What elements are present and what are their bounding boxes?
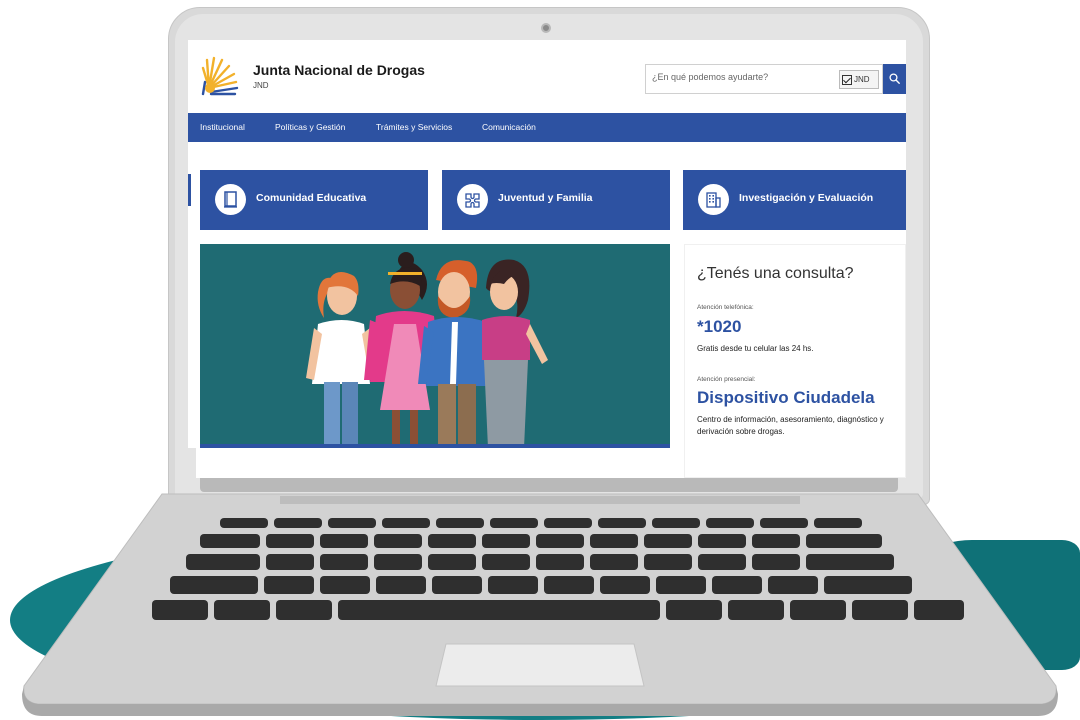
hero-bottom-bar — [200, 444, 670, 448]
jnd-filter-toggle[interactable]: JND — [839, 70, 879, 89]
contact-panel: ¿Tenés una consulta? Atención telefónica… — [684, 244, 906, 478]
quick-link-comunidad-educativa[interactable]: Comunidad Educativa — [200, 170, 428, 230]
main-nav: Institucional Políticas y Gestión Trámit… — [188, 113, 906, 142]
nav-item-comunicacion[interactable]: Comunicación — [482, 113, 536, 142]
search-box: JND — [645, 64, 883, 94]
people-puzzle-icon — [457, 184, 488, 215]
search-input[interactable] — [652, 72, 832, 82]
search-button[interactable] — [883, 64, 906, 94]
screen-edge — [188, 448, 196, 478]
building-icon — [698, 184, 729, 215]
phone-note: Gratis desde tu celular las 24 hs. — [697, 344, 814, 353]
quick-link-label: Comunidad Educativa — [256, 192, 367, 204]
checkbox-checked-icon[interactable] — [842, 74, 852, 85]
site-header: Junta Nacional de Drogas JND JND — [188, 40, 906, 113]
hero-illustration[interactable] — [200, 244, 670, 448]
site-subtitle: JND — [253, 81, 269, 90]
nav-item-tramites[interactable]: Trámites y Servicios — [376, 113, 452, 142]
quick-link-investigacion-evaluacion[interactable]: Investigación y Evaluación — [683, 170, 906, 230]
browser-screen: Junta Nacional de Drogas JND JND Institu… — [188, 40, 906, 478]
place-name[interactable]: Dispositivo Ciudadela — [697, 388, 875, 408]
search-icon — [889, 73, 900, 84]
quick-link-juventud-familia[interactable]: Juventud y Familia — [442, 170, 670, 230]
quick-link-label: Juventud y Familia — [498, 192, 593, 204]
left-accent-bar — [188, 174, 191, 206]
phone-label: Atención telefónica: — [697, 304, 754, 311]
inperson-label: Atención presencial: — [697, 376, 756, 383]
place-note: Centro de información, asesoramiento, di… — [697, 415, 884, 436]
webcam-icon — [541, 23, 551, 33]
sun-logo-icon[interactable] — [201, 54, 241, 96]
jnd-filter-label: JND — [854, 75, 870, 84]
site-title[interactable]: Junta Nacional de Drogas — [253, 62, 425, 78]
quick-link-label: Investigación y Evaluación — [739, 192, 874, 204]
nav-item-politicas[interactable]: Políticas y Gestión — [275, 113, 345, 142]
laptop-base — [22, 490, 1058, 718]
nav-item-institucional[interactable]: Institucional — [200, 113, 245, 142]
phone-number[interactable]: *1020 — [697, 317, 741, 337]
contact-title: ¿Tenés una consulta? — [697, 265, 854, 282]
book-icon — [215, 184, 246, 215]
